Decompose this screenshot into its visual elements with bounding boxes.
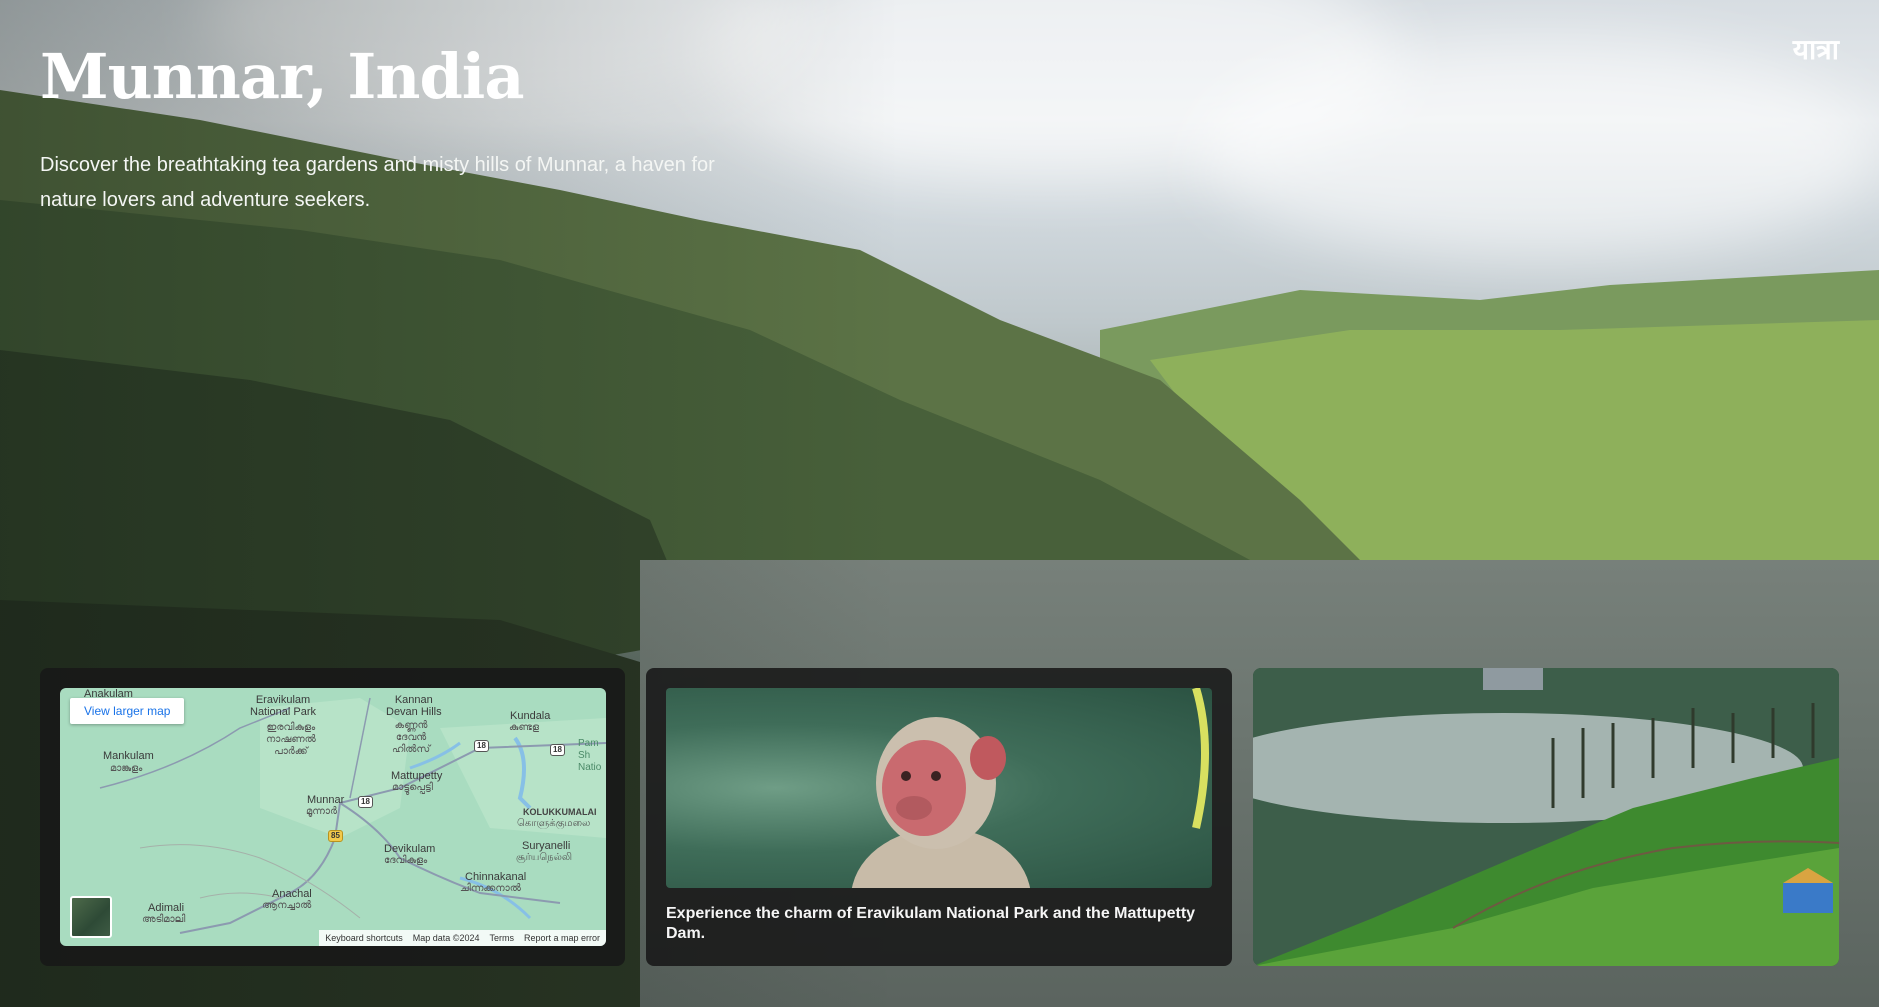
map-label-kundala-ml: കുണ്ടള [509, 722, 540, 733]
keyboard-shortcuts-link[interactable]: Keyboard shortcuts [325, 933, 403, 943]
view-larger-map-link[interactable]: View larger map [70, 698, 185, 724]
info-card[interactable]: Experience the charm of Eravikulam Natio… [646, 668, 1232, 966]
satellite-toggle-button[interactable] [70, 896, 112, 938]
monkey-illustration [851, 688, 1209, 888]
photo-card-tea-plantation[interactable] [1253, 668, 1839, 966]
info-card-caption: Experience the charm of Eravikulam Natio… [666, 905, 1196, 942]
road-shield-18: 18 [474, 740, 489, 752]
map-label-eravikulam-ml: ഇരവികുളം നാഷണൽ പാർക്ക് [266, 722, 316, 757]
embedded-map[interactable]: Anakulam Eravikulam National Park ഇരവികു… [60, 688, 606, 946]
map-label-kundala: Kundala [510, 710, 551, 722]
brand-logo[interactable]: यात्रा [1793, 30, 1839, 68]
map-label-chinnakanal-ml: ചിന്നക്കനാൽ [460, 883, 521, 894]
map-label-kannan: Kannan Devan Hills [386, 694, 442, 718]
road-shield-85: 85 [328, 830, 343, 842]
page-description: Discover the breathtaking tea gardens an… [40, 154, 715, 211]
map-label-anachal: Anachal [272, 888, 312, 900]
map-label-munnar-ml: മൂന്നാർ [306, 806, 337, 817]
terms-link[interactable]: Terms [489, 933, 514, 943]
map-label-munnar: Munnar [307, 794, 345, 806]
map-label-mattupetty: Mattupetty [391, 770, 443, 782]
map-label-devikulam: Devikulam [384, 843, 436, 855]
map-label-suryanelli: Suryanelli [522, 840, 571, 852]
map-label-anachal-ml: ആനച്ചാൽ [262, 900, 312, 911]
map-label-devikulam-ml: ദേവികുളം [384, 855, 428, 866]
map-data-credit: Map data ©2024 [412, 933, 480, 943]
map-label-mankulam: Mankulam [103, 750, 154, 762]
map-label-adimali-ml: അടിമാലി [142, 914, 186, 925]
map-label-kolukkumalai: KOLUKKUMALAI [523, 807, 597, 817]
map-label-mattupetty-ml: മാട്ടുപ്പെട്ടി [392, 782, 433, 793]
map-label-suryanelli-ta: சூர்யநெல்லி [516, 852, 573, 863]
map-label-adimali: Adimali [148, 902, 185, 914]
map-attribution-bar: Keyboard shortcuts Map data ©2024 Terms … [319, 930, 606, 946]
map-label-eravikulam: Eravikulam National Park [250, 694, 317, 718]
page-title: Munnar, India [40, 40, 525, 113]
map-label-mankulam-ml: മാങ്കുളം [110, 763, 143, 774]
road-shield-18: 18 [358, 796, 373, 808]
road-shield-18: 18 [550, 744, 565, 756]
map-label-kannan-ml: കണ്ണൻ ദേവൻ ഹിൽസ് [392, 720, 431, 755]
map-label-pambadum: Pam Sh Natio [578, 738, 602, 773]
monkey-photo [666, 688, 1212, 888]
tea-plantation-photo [1253, 668, 1839, 966]
report-map-error-link[interactable]: Report a map error [524, 933, 600, 943]
map-card: Anakulam Eravikulam National Park ഇരവികു… [40, 668, 625, 966]
map-label-chinnakanal: Chinnakanal [465, 871, 527, 883]
map-label-kolukkumalai-ta: கொளுக்குமலை [517, 818, 591, 829]
